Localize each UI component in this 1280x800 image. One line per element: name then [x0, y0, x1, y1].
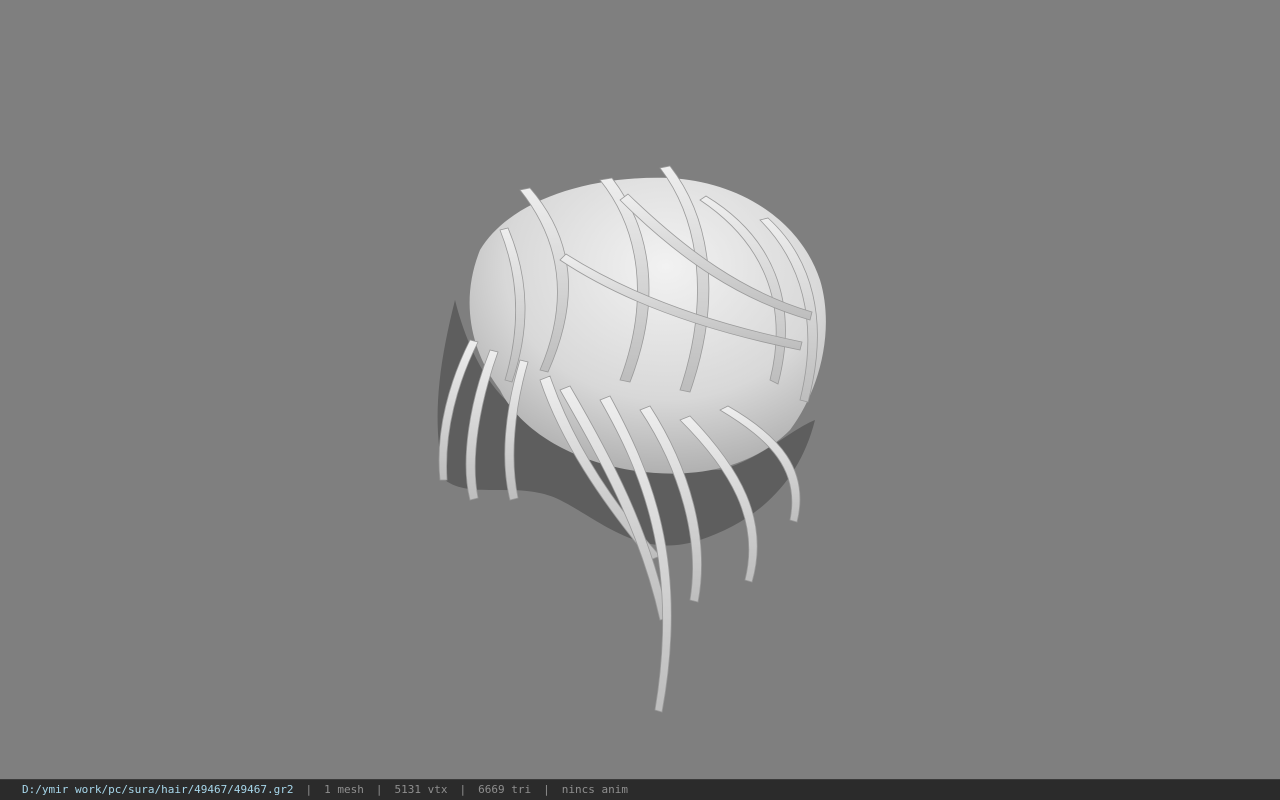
separator: |	[305, 783, 313, 796]
anim-status: nincs anim	[561, 783, 628, 796]
separator: |	[375, 783, 383, 796]
vertex-count: 5131 vtx	[394, 783, 448, 796]
triangle-count: 6669 tri	[478, 783, 532, 796]
separator: |	[459, 783, 467, 796]
separator: |	[543, 783, 550, 796]
status-bar: D:/ymir work/pc/sura/hair/49467/49467.gr…	[0, 779, 1280, 800]
mesh-count: 1 mesh	[324, 783, 364, 796]
file-path: D:/ymir work/pc/sura/hair/49467/49467.gr…	[22, 783, 294, 796]
hair-mesh-render	[437, 165, 826, 713]
3d-viewport[interactable]	[0, 0, 1280, 779]
